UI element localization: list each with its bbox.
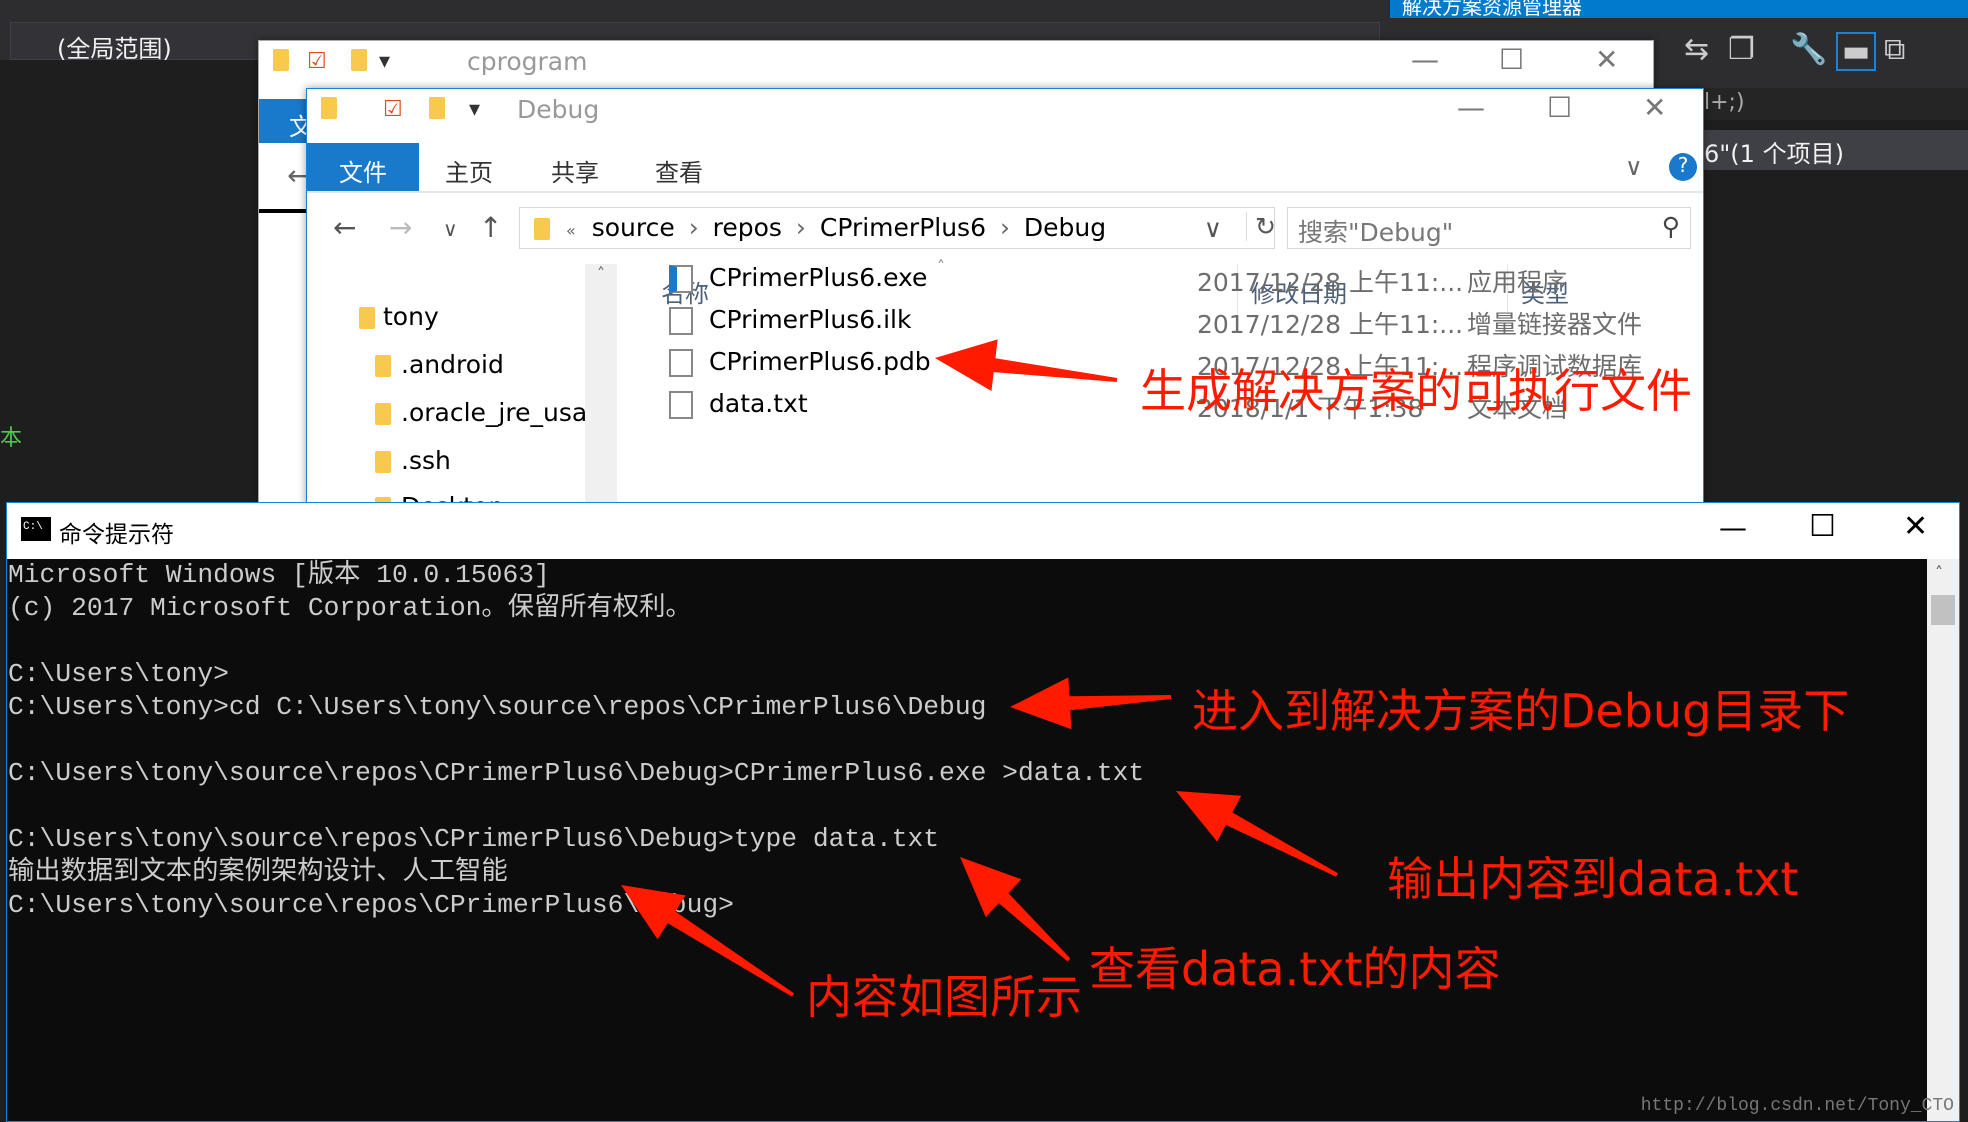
arrow-icon	[621, 885, 795, 997]
arrow-icon	[960, 857, 1071, 962]
watermark: http://blog.csdn.net/Tony_CTO	[1640, 1096, 1954, 1116]
annotation-content-shown: 内容如图所示	[806, 970, 1082, 1024]
arrow-icon	[935, 339, 1118, 392]
annotation-executable: 生成解决方案的可执行文件	[1140, 364, 1692, 418]
annotation-cd-debug: 进入到解决方案的Debug目录下	[1192, 684, 1850, 738]
arrow-icon	[1010, 677, 1172, 730]
arrow-icon	[1176, 791, 1338, 877]
annotation-output-data: 输出内容到data.txt	[1387, 852, 1799, 906]
annotation-type-data: 查看data.txt的内容	[1089, 942, 1501, 996]
annotation-arrows	[621, 339, 1338, 997]
